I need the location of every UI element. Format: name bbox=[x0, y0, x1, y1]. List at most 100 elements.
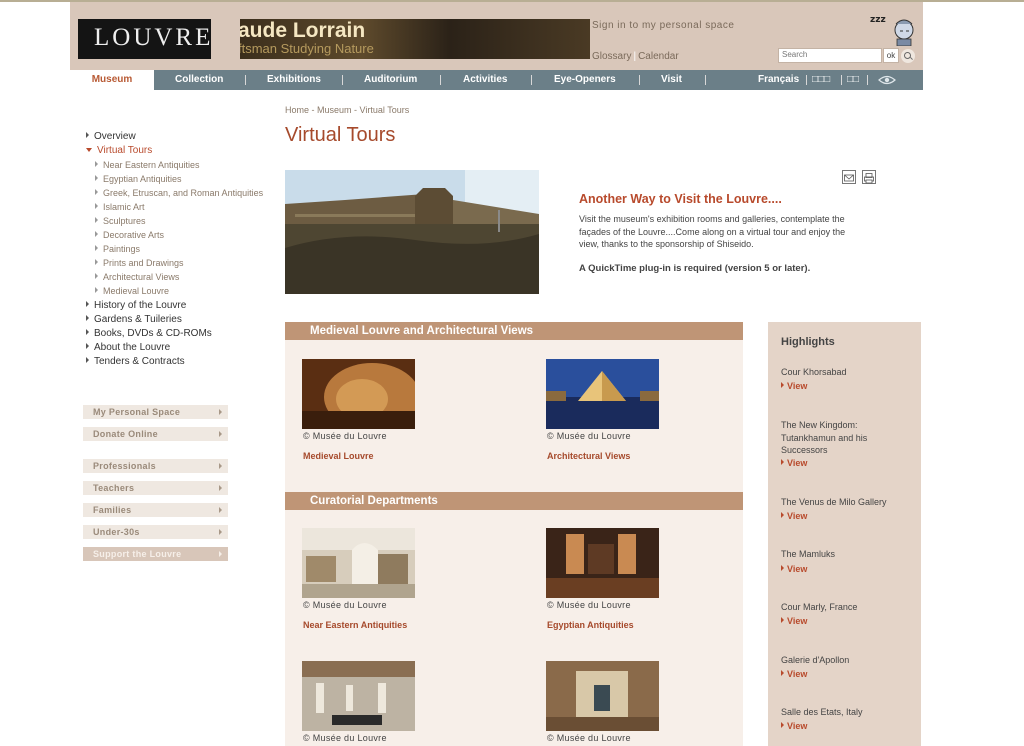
photo-credit: © Musée du Louvre bbox=[547, 600, 631, 610]
under-30s-button[interactable]: Under-30s bbox=[83, 525, 228, 539]
arrow-right-icon bbox=[95, 287, 98, 293]
nav-divider bbox=[342, 75, 343, 85]
intro-title: Another Way to Visit the Louvre.... bbox=[579, 192, 782, 206]
nav-collection[interactable]: Collection bbox=[175, 70, 223, 90]
nav-divider bbox=[841, 75, 842, 85]
left-nav-sub-near-eastern[interactable]: Near Eastern Antiquities bbox=[95, 160, 200, 170]
arrow-right-icon bbox=[781, 459, 784, 465]
nav-divider bbox=[705, 75, 706, 85]
highlight-view-link[interactable]: View bbox=[781, 381, 807, 391]
left-nav-history[interactable]: History of the Louvre bbox=[86, 300, 186, 311]
left-nav-history-label: History of the Louvre bbox=[94, 300, 187, 311]
banner-title: aude Lorrain bbox=[240, 19, 366, 42]
view-label: View bbox=[787, 458, 808, 468]
highlight-title[interactable]: Galerie d'Apollon bbox=[781, 654, 899, 667]
donate-online-button[interactable]: Donate Online bbox=[83, 427, 228, 441]
left-nav-gardens[interactable]: Gardens & Tuileries bbox=[86, 314, 182, 325]
architectural-views-link[interactable]: Architectural Views bbox=[547, 451, 630, 461]
egyptian-thumbnail[interactable] bbox=[546, 528, 659, 598]
nav-visit[interactable]: Visit bbox=[661, 70, 682, 90]
louvre-logo[interactable]: LOUVRE bbox=[78, 19, 211, 59]
photo-credit: © Musée du Louvre bbox=[547, 431, 631, 441]
highlight-title[interactable]: Cour Khorsabad bbox=[781, 366, 899, 379]
left-nav-sub-egyptian[interactable]: Egyptian Antiquities bbox=[95, 174, 182, 184]
nav-auditorium[interactable]: Auditorium bbox=[364, 70, 417, 90]
arrow-right-icon bbox=[95, 189, 98, 195]
left-nav-tenders[interactable]: Tenders & Contracts bbox=[86, 356, 185, 367]
left-nav-virtual-tours[interactable]: Virtual Tours bbox=[86, 145, 152, 156]
highlight-view-link[interactable]: View bbox=[781, 616, 807, 626]
arrow-right-icon bbox=[95, 203, 98, 209]
button-label: Families bbox=[93, 505, 132, 515]
left-nav-sub-sculptures[interactable]: Sculptures bbox=[95, 216, 146, 226]
arrow-right-icon bbox=[219, 485, 222, 491]
left-nav-overview[interactable]: Overview bbox=[86, 131, 136, 142]
families-button[interactable]: Families bbox=[83, 503, 228, 517]
professionals-button[interactable]: Professionals bbox=[83, 459, 228, 473]
exhibition-banner[interactable]: aude Lorrain ftsman Studying Nature bbox=[240, 19, 590, 59]
arrow-right-icon bbox=[95, 231, 98, 237]
nav-activities[interactable]: Activities bbox=[463, 70, 507, 90]
print-icon[interactable] bbox=[862, 170, 876, 184]
greek-gallery-thumbnail[interactable] bbox=[302, 661, 415, 731]
search-ok-button[interactable]: ok bbox=[883, 48, 899, 63]
mail-icon[interactable] bbox=[842, 170, 856, 184]
highlight-view-link[interactable]: View bbox=[781, 669, 807, 679]
arrow-right-icon bbox=[219, 409, 222, 415]
arrow-right-icon bbox=[95, 217, 98, 223]
left-nav-sub-label: Islamic Art bbox=[103, 202, 145, 212]
highlight-title[interactable]: The New Kingdom: Tutankhamun and his Suc… bbox=[781, 419, 899, 457]
left-nav-sub-paintings[interactable]: Paintings bbox=[95, 244, 140, 254]
glossary-link[interactable]: Glossary bbox=[592, 51, 631, 62]
gallery-vitrine-thumbnail[interactable] bbox=[546, 661, 659, 731]
view-label: View bbox=[787, 616, 808, 626]
breadcrumb[interactable]: Home - Museum - Virtual Tours bbox=[285, 105, 409, 115]
magnifier-icon[interactable] bbox=[901, 49, 915, 63]
nav-museum[interactable]: Museum bbox=[70, 70, 154, 90]
left-nav-sub-prints[interactable]: Prints and Drawings bbox=[95, 258, 184, 268]
highlight-title[interactable]: Cour Marly, France bbox=[781, 601, 899, 614]
button-label: Teachers bbox=[93, 483, 135, 493]
accessibility-eye-icon[interactable] bbox=[878, 73, 896, 87]
left-nav-sub-medieval[interactable]: Medieval Louvre bbox=[95, 286, 169, 296]
left-nav-about[interactable]: About the Louvre bbox=[86, 342, 170, 353]
photo-credit: © Musée du Louvre bbox=[303, 733, 387, 743]
arrow-right-icon bbox=[219, 431, 222, 437]
personal-space-button[interactable]: My Personal Space bbox=[83, 405, 228, 419]
highlight-title[interactable]: The Venus de Milo Gallery bbox=[781, 496, 899, 509]
nav-eye-openers[interactable]: Eye-Openers bbox=[554, 70, 616, 90]
arrow-right-icon bbox=[219, 529, 222, 535]
nav-language-3[interactable]: □□ bbox=[847, 70, 859, 90]
left-nav-sub-decorative[interactable]: Decorative Arts bbox=[95, 230, 164, 240]
left-nav-sub-label: Architectural Views bbox=[103, 272, 180, 282]
near-eastern-thumbnail[interactable] bbox=[302, 528, 415, 598]
architectural-views-thumbnail[interactable] bbox=[546, 359, 659, 429]
signin-link[interactable]: Sign in to my personal space bbox=[592, 20, 734, 31]
highlight-view-link[interactable]: View bbox=[781, 564, 807, 574]
left-nav-sub-architectural[interactable]: Architectural Views bbox=[95, 272, 179, 282]
highlight-view-link[interactable]: View bbox=[781, 511, 807, 521]
teachers-button[interactable]: Teachers bbox=[83, 481, 228, 495]
nav-exhibitions[interactable]: Exhibitions bbox=[267, 70, 321, 90]
support-louvre-button[interactable]: Support the Louvre bbox=[83, 547, 228, 561]
arrow-right-icon bbox=[86, 132, 89, 138]
near-eastern-link[interactable]: Near Eastern Antiquities bbox=[303, 620, 407, 630]
left-nav-sub-islamic[interactable]: Islamic Art bbox=[95, 202, 145, 212]
divider: | bbox=[633, 51, 637, 62]
left-nav-tenders-label: Tenders & Contracts bbox=[94, 356, 185, 367]
highlight-view-link[interactable]: View bbox=[781, 458, 807, 468]
highlight-view-link[interactable]: View bbox=[781, 721, 807, 731]
highlight-title[interactable]: The Mamluks bbox=[781, 548, 899, 561]
left-nav-sub-greek[interactable]: Greek, Etruscan, and Roman Antiquities bbox=[95, 188, 263, 198]
egyptian-link[interactable]: Egyptian Antiquities bbox=[547, 620, 634, 630]
search-input[interactable]: Search bbox=[778, 48, 882, 63]
nav-francais[interactable]: Français bbox=[758, 70, 799, 90]
button-label: Donate Online bbox=[93, 429, 158, 439]
photo-credit: © Musée du Louvre bbox=[303, 431, 387, 441]
nav-language-2[interactable]: □□□ bbox=[812, 70, 830, 90]
left-nav-books[interactable]: Books, DVDs & CD-ROMs bbox=[86, 328, 212, 339]
highlight-title[interactable]: Salle des Etats, Italy bbox=[781, 706, 899, 719]
medieval-louvre-link[interactable]: Medieval Louvre bbox=[303, 451, 374, 461]
medieval-louvre-thumbnail[interactable] bbox=[302, 359, 415, 429]
calendar-link[interactable]: Calendar bbox=[638, 51, 679, 62]
